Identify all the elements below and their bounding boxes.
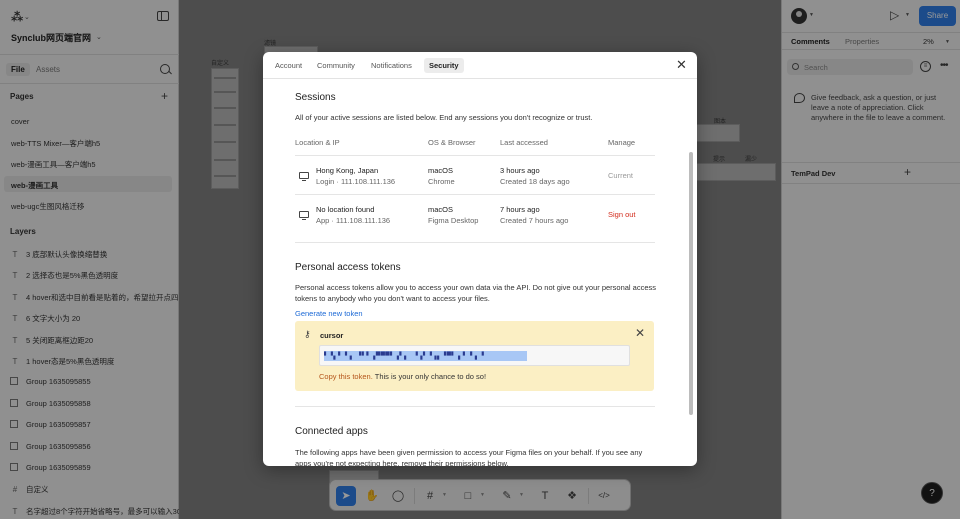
session-created: Created 7 hours ago — [500, 216, 569, 225]
session-ip: Login · 111.108.111.136 — [316, 177, 396, 186]
key-icon: ⚷ — [304, 329, 311, 339]
session-current-label: Current — [608, 171, 634, 180]
modal-body[interactable]: Sessions All of your active sessions are… — [263, 80, 697, 466]
session-ip: App · 111.108.111.136 — [316, 216, 391, 225]
copy-token-link[interactable]: Copy this token. — [319, 372, 373, 381]
close-icon[interactable]: ✕ — [635, 326, 645, 340]
token-card: ⚷ cursor ✕ ▘▝▖▘▝▗ ▝▘▘▗▀▀▀▘▗▘▖ ▝▗▘▝▗▖▝▀▘▗… — [295, 321, 654, 391]
tokens-description: Personal access tokens allow you to acce… — [295, 283, 657, 303]
close-icon[interactable]: ✕ — [676, 58, 687, 71]
session-browser: Figma Desktop — [428, 216, 479, 225]
divider — [295, 242, 655, 243]
tokens-title: Personal access tokens — [295, 262, 401, 273]
sessions-description: All of your active sessions are listed b… — [295, 113, 593, 122]
sessions-title: Sessions — [295, 92, 336, 103]
column-header: Manage — [608, 138, 636, 147]
token-warning: Copy this token. This is your only chanc… — [319, 372, 486, 381]
connected-apps-title: Connected apps — [295, 426, 368, 437]
token-value[interactable]: ▘▝▖▘▝▗ ▝▘▘▗▀▀▀▘▗▘▖ ▝▗▘▝▗▖▝▀▘▗▝ ▘▖▝ — [324, 351, 527, 361]
session-browser: Chrome — [428, 177, 455, 186]
column-header: OS & Browser — [428, 138, 476, 147]
tab-security[interactable]: Security — [424, 58, 464, 73]
modal-tabs: Account Community Notifications Security… — [263, 52, 697, 79]
session-os: macOS — [428, 205, 454, 214]
monitor-icon — [299, 211, 309, 221]
session-location: No location found — [316, 205, 375, 214]
token-value-field[interactable]: ▘▝▖▘▝▗ ▝▘▘▗▀▀▀▘▗▘▖ ▝▗▘▝▗▖▝▀▘▗▝ ▘▖▝ — [319, 345, 630, 366]
session-location: Hong Kong, Japan — [316, 166, 379, 175]
divider — [295, 406, 655, 407]
tab-community[interactable]: Community — [312, 58, 360, 73]
divider — [295, 155, 655, 156]
divider — [295, 194, 655, 195]
tab-notifications[interactable]: Notifications — [366, 58, 417, 73]
modal-scrollbar[interactable] — [689, 152, 693, 415]
token-warning-text: This is your only chance to do so! — [374, 372, 487, 381]
tab-account[interactable]: Account — [270, 58, 307, 73]
sign-out-button[interactable]: Sign out — [608, 210, 636, 219]
monitor-icon — [299, 172, 309, 182]
session-last-accessed: 7 hours ago — [500, 205, 540, 214]
session-last-accessed: 3 hours ago — [500, 166, 540, 175]
session-os: macOS — [428, 166, 454, 175]
connected-apps-description: The following apps have been given permi… — [295, 448, 643, 466]
column-header: Location & IP — [295, 138, 340, 147]
generate-token-link[interactable]: Generate new token — [295, 309, 363, 318]
settings-modal: Account Community Notifications Security… — [263, 52, 697, 466]
session-created: Created 18 days ago — [500, 177, 570, 186]
column-header: Last accessed — [500, 138, 548, 147]
token-name: cursor — [320, 331, 344, 340]
